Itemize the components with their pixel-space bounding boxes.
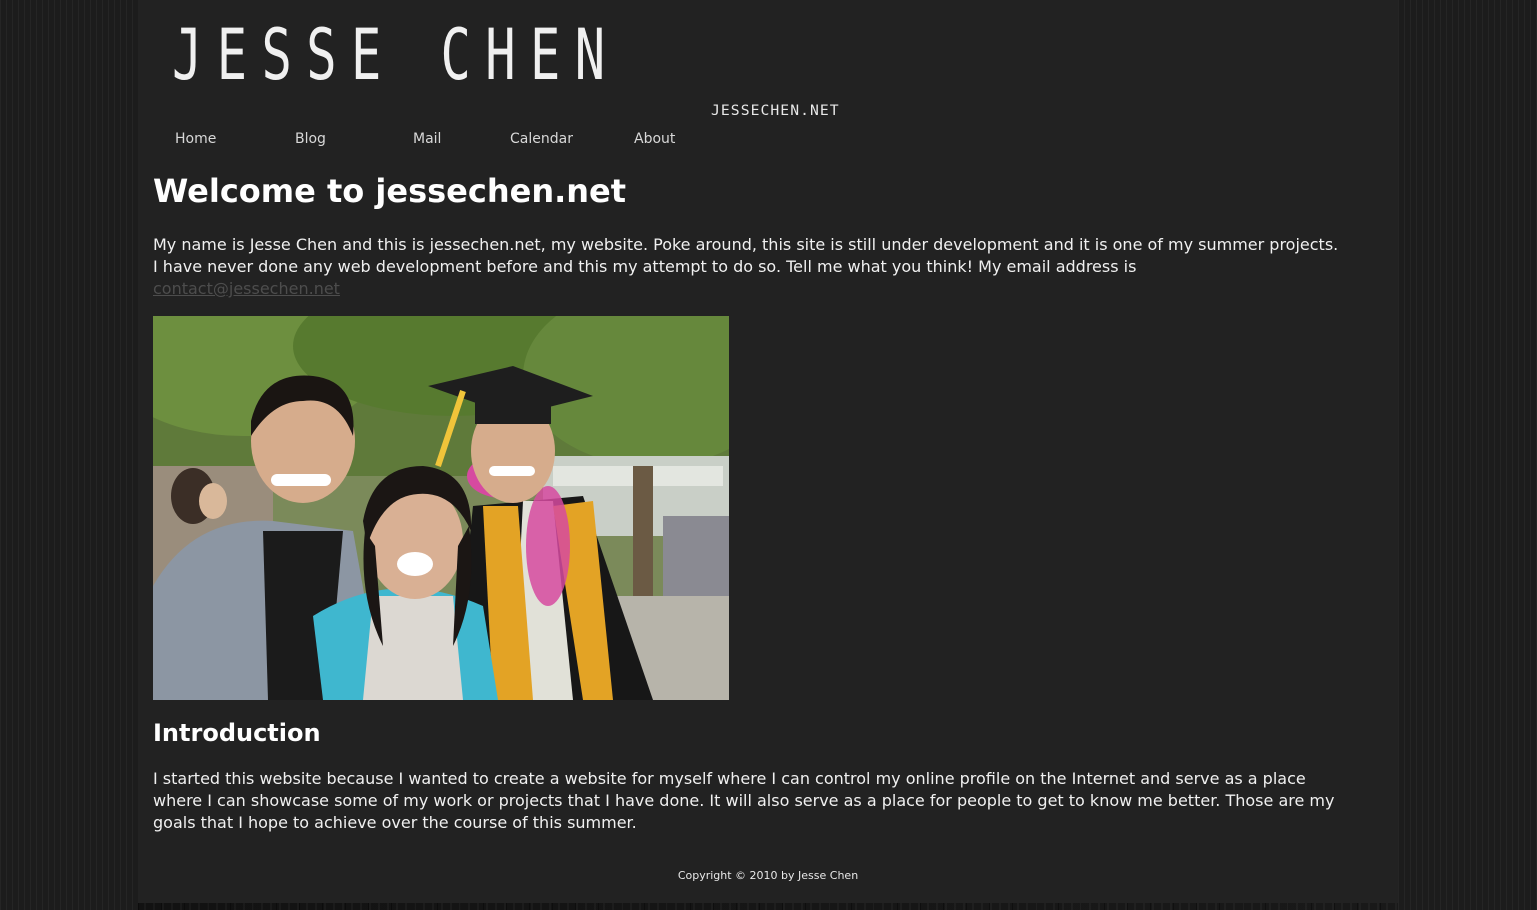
graduation-photo [153, 316, 729, 700]
section-heading-introduction: Introduction [153, 719, 321, 747]
intro-paragraph: My name is Jesse Chen and this is jessec… [153, 234, 1343, 300]
site-logo-subtitle: JESSECHEN.NET [711, 103, 840, 119]
nav-item-calendar[interactable]: Calendar [510, 131, 573, 147]
background-wood-right [1398, 0, 1537, 910]
main-nav: Home Blog Mail Calendar About [138, 131, 738, 153]
site-logo-title[interactable]: JESSE CHEN [172, 14, 619, 96]
page-title: Welcome to jessechen.net [153, 172, 627, 210]
email-link[interactable]: contact@jessechen.net [153, 279, 340, 298]
intro-text: My name is Jesse Chen and this is jessec… [153, 235, 1339, 276]
nav-item-mail[interactable]: Mail [413, 131, 441, 147]
introduction-paragraph: I started this website because I wanted … [153, 769, 1335, 832]
footer-copyright: Copyright © 2010 by Jesse Chen [677, 869, 859, 882]
main-content: Welcome to jessechen.net My name is Jess… [153, 168, 1368, 834]
photo-illustration [153, 316, 729, 700]
nav-item-home[interactable]: Home [175, 131, 216, 147]
nav-item-about[interactable]: About [634, 131, 675, 147]
background-wood-left [0, 0, 138, 910]
page-container: JESSE CHEN JESSECHEN.NET Home Blog Mail … [138, 0, 1398, 903]
nav-item-blog[interactable]: Blog [295, 131, 326, 147]
